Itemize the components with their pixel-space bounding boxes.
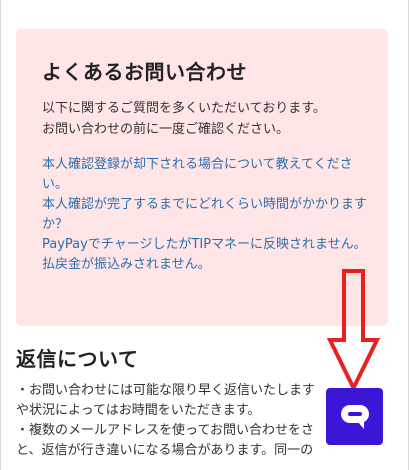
faq-title: よくあるお問い合わせ xyxy=(42,60,247,84)
chat-bubble-icon xyxy=(340,404,369,429)
faq-link-list: 本人確認登録が却下される場合について教えてください。 本人確認が完了するまでにど… xyxy=(42,155,377,275)
faq-link-paypay-charge[interactable]: PayPayでチャージしたがTIPマネーに反映されません。 xyxy=(42,235,377,255)
faq-intro-line: お問い合わせの前に一度ご確認ください。 xyxy=(42,122,290,137)
faq-intro: 以下に関するご質問を多くいただいております。 お問い合わせの前に一度ご確認くださ… xyxy=(42,98,372,140)
down-arrow-annotation xyxy=(326,269,381,393)
reply-heading: 返信について xyxy=(16,347,139,371)
page-border-left xyxy=(0,0,1,470)
faq-link-identity-duration[interactable]: 本人確認が完了するまでにどれくらい時間がかかりますか？ xyxy=(42,195,377,235)
faq-link-identity-rejected[interactable]: 本人確認登録が却下される場合について教えてください。 xyxy=(42,155,377,195)
chat-button[interactable] xyxy=(326,388,383,445)
faq-intro-line: 以下に関するご質問を多くいただいております。 xyxy=(42,101,326,116)
